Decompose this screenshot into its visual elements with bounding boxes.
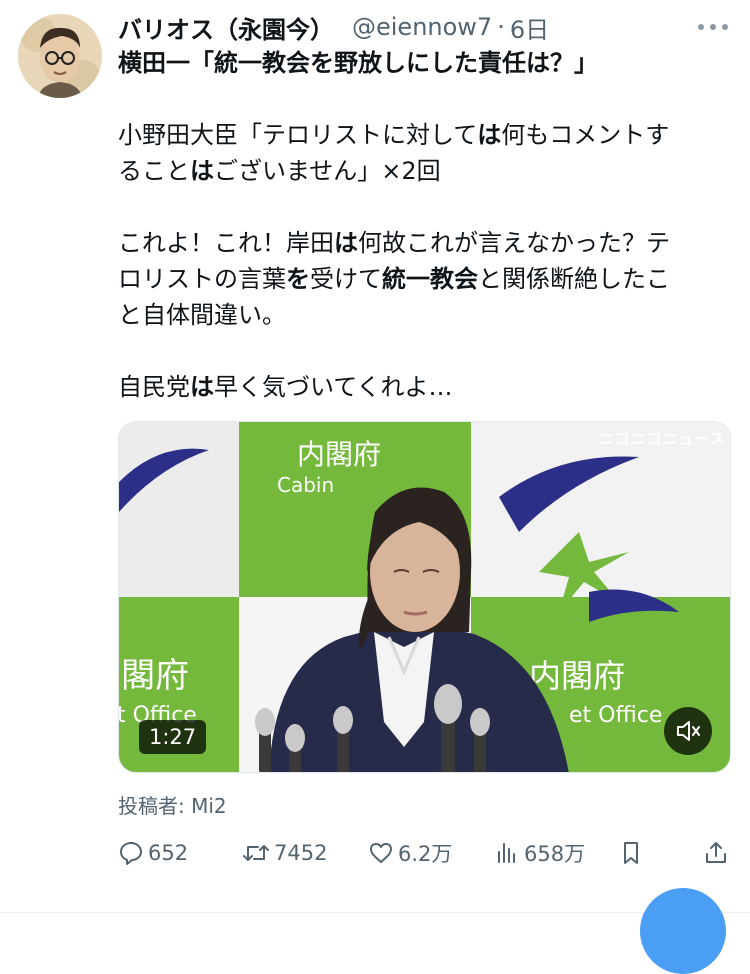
- bookmark-button[interactable]: [618, 835, 644, 871]
- tweet-paragraph-2: これよ！これ！岸田は何故これが言えなかった？テ ロリストの言葉を受けて統一教会と…: [118, 229, 670, 329]
- retweet-count: 7452: [274, 841, 328, 865]
- video-frame: 内閣府 Cabin 閣府 t Office 内閣府 et Office: [119, 422, 730, 772]
- tweet-paragraph-1: 小野田大臣「テロリストに対しては何もコメントす ることはございません」×2回: [118, 121, 670, 185]
- reply-button[interactable]: 652: [118, 835, 188, 871]
- avatar[interactable]: [18, 14, 102, 98]
- heart-icon: [368, 840, 394, 866]
- bar-chart-icon: [494, 840, 520, 866]
- display-name[interactable]: バリオス（永園今）: [118, 10, 334, 45]
- divider: [0, 912, 750, 913]
- bookmark-icon: [618, 840, 644, 866]
- mute-icon[interactable]: [664, 707, 712, 755]
- user-handle[interactable]: @eiennow7: [352, 13, 492, 41]
- reply-count: 652: [148, 841, 189, 865]
- like-button[interactable]: 6.2万: [368, 835, 452, 871]
- sign-top-jp: 内閣府: [297, 438, 381, 471]
- sign-bottom-left-jp: 閣府: [121, 656, 189, 696]
- sign-bottom-right-en: et Office: [569, 703, 662, 728]
- video-player[interactable]: 内閣府 Cabin 閣府 t Office 内閣府 et Office ニコニコ…: [118, 421, 731, 773]
- tweet-text: 横田一「統一教会を野放しにした責任は？」 小野田大臣「テロリストに対しては何もコ…: [118, 45, 728, 405]
- reply-icon: [118, 840, 144, 866]
- tweet-actions: 652 7452 6.2万 658万: [118, 835, 730, 871]
- tweet-header: バリオス（永園今） @eiennow7 · 6日: [118, 8, 730, 46]
- share-icon: [703, 840, 729, 866]
- tweet-paragraph-3: 自民党は早く気づいてくれよ…: [118, 373, 453, 401]
- share-button[interactable]: [703, 835, 729, 871]
- retweet-button[interactable]: 7452: [242, 835, 327, 871]
- like-count: 6.2万: [398, 842, 453, 866]
- poster-credit: 投稿者: Mi2: [118, 794, 227, 818]
- timestamp[interactable]: 6日: [510, 10, 549, 45]
- views-button[interactable]: 658万: [494, 835, 585, 871]
- sign-bottom-right-jp: 内閣府: [529, 657, 625, 695]
- separator-dot: ·: [497, 13, 505, 41]
- view-count: 658万: [524, 842, 586, 866]
- more-options-icon[interactable]: [696, 14, 730, 40]
- video-duration: 1:27: [139, 720, 207, 754]
- tweet-title-line: 横田一「統一教会を野放しにした責任は？」: [118, 49, 598, 77]
- retweet-icon: [242, 840, 270, 866]
- sign-top-en: Cabin: [277, 473, 334, 497]
- video-watermark: ニコニコニュース: [598, 430, 726, 448]
- compose-fab-button[interactable]: [640, 888, 726, 974]
